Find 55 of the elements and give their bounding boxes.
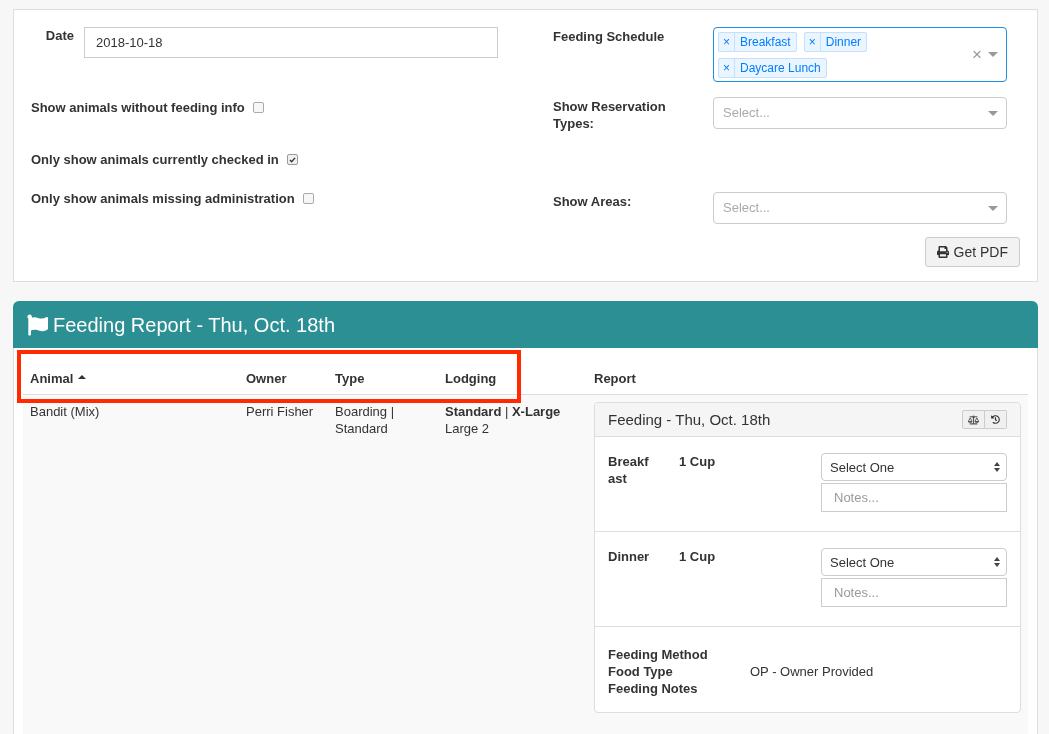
info-label: Food Type — [608, 663, 674, 680]
meal-amount: 1 Cup — [679, 548, 716, 565]
checkbox[interactable] — [252, 102, 264, 113]
flag-icon — [27, 313, 48, 336]
lodging-type: Standard | X-Large — [445, 403, 561, 420]
meal-amount: 1 Cup — [679, 453, 716, 470]
feeding-schedule-select[interactable]: × Breakfast × Dinner × Daycare Lunch × — [713, 27, 1007, 82]
column-header[interactable]: Type — [335, 368, 365, 389]
print-icon — [936, 246, 949, 258]
field-label: Show Areas: — [553, 193, 633, 210]
meal-name: Dinner — [608, 548, 651, 565]
notes-field[interactable]: Notes... — [821, 483, 1007, 512]
status-select[interactable]: Select One — [821, 453, 1007, 481]
history-icon — [991, 415, 1000, 424]
column-header[interactable]: Animal — [30, 368, 74, 389]
checkbox[interactable] — [302, 193, 314, 204]
tag-label: Daycare Lunch — [739, 59, 822, 77]
checkbox[interactable] — [286, 154, 298, 165]
remove-tag-button[interactable]: × — [804, 32, 821, 51]
column-header[interactable]: Lodging — [445, 368, 497, 389]
remove-tag-button[interactable]: × — [719, 32, 735, 51]
tag-label: Breakfast — [739, 33, 792, 51]
info-label: Feeding Notes — [608, 680, 699, 697]
field-label: Show Reservation Types: — [553, 98, 667, 132]
feeding-title: Feeding - Thu, Oct. 18th — [608, 411, 771, 428]
get-pdf-button[interactable]: Get PDF — [924, 237, 1020, 267]
up-down-arrows-icon — [994, 462, 1000, 472]
animal-name: Bandit (Mix) — [30, 404, 100, 419]
scale-button[interactable] — [962, 410, 985, 429]
caret-down-icon — [988, 110, 998, 116]
field-label: Feeding Schedule — [553, 28, 666, 45]
date-label: Date — [44, 27, 74, 44]
info-label: Feeding Method — [608, 646, 709, 663]
reservation-type: Boarding | Standard — [335, 404, 395, 436]
filter-label: Only show animals currently checked in — [31, 151, 279, 168]
caret-down-icon — [988, 205, 998, 211]
tag-label: Dinner — [824, 33, 863, 51]
info-value: OP - Owner Provided — [750, 663, 875, 680]
meal-name: Breakfast — [608, 453, 650, 487]
owner-name: Perri Fisher — [246, 404, 314, 419]
date-field[interactable]: 2018-10-18 — [84, 27, 498, 58]
filter-label: Only show animals missing administration — [31, 190, 295, 207]
report-title: Feeding Report - Thu, Oct. 18th — [53, 312, 335, 338]
notes-field[interactable]: Notes... — [821, 578, 1007, 607]
column-header[interactable]: Report — [594, 368, 636, 389]
column-header[interactable]: Owner — [246, 368, 287, 389]
caret-down-icon — [988, 52, 998, 57]
up-down-arrows-icon — [994, 557, 1000, 567]
history-button[interactable] — [985, 410, 1007, 429]
balance-scale-icon — [968, 414, 979, 425]
filter-label: Show animals without feeding info — [31, 99, 245, 116]
status-select[interactable]: Select One — [821, 548, 1007, 576]
remove-tag-button[interactable]: × — [719, 58, 735, 77]
check-icon — [288, 156, 296, 163]
lodging-unit: Large 2 — [445, 420, 490, 437]
